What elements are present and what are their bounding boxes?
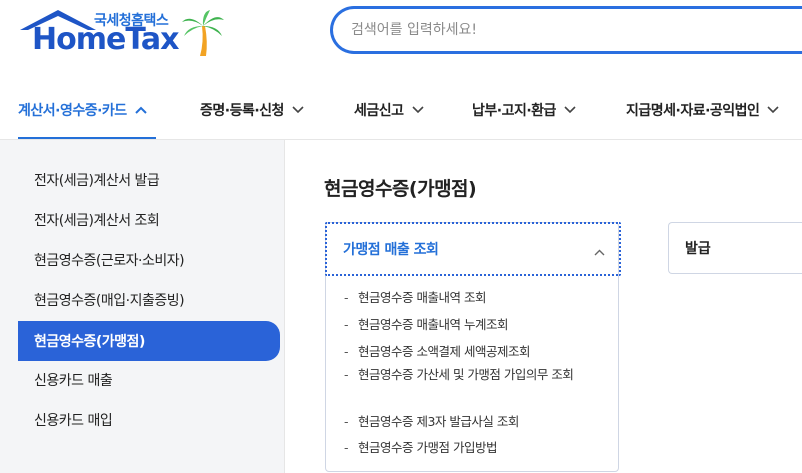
sidebar-item-label: 신용카드 매입 bbox=[34, 413, 113, 429]
accordion-issue[interactable]: 발급 bbox=[668, 222, 802, 274]
global-nav: 계산서·영수증·카드 증명·등록·신청 세금신고 납부·고지·환급 지급명세·자… bbox=[0, 80, 802, 140]
page-title: 현금영수증(가맹점) bbox=[324, 178, 477, 200]
sidebar-item-cash-receipt-consumer[interactable]: 현금영수증(근로자·소비자) bbox=[18, 240, 280, 280]
chevron-up-icon bbox=[134, 106, 147, 114]
main-content: 현금영수증(가맹점) 가맹점 매출 조회 현금영수증 매출내역 조회 현금영수증… bbox=[286, 140, 802, 473]
link-sales-cumulative[interactable]: 현금영수증 매출내역 누계조회 bbox=[344, 316, 606, 333]
accordion-header[interactable]: 가맹점 매출 조회 bbox=[325, 222, 621, 276]
sidebar-item-label: 현금영수증(가맹점) bbox=[34, 334, 145, 350]
chevron-up-icon bbox=[594, 244, 605, 260]
sidebar-item-cash-receipt-purchase[interactable]: 현금영수증(매입·지출증빙) bbox=[18, 280, 280, 320]
sidebar-item-e-invoice-inquiry[interactable]: 전자(세금)계산서 조회 bbox=[18, 200, 280, 240]
chevron-down-icon bbox=[767, 106, 780, 114]
gnb-item-payment-statement[interactable]: 지급명세·자료·공익법인 bbox=[626, 90, 780, 130]
gnb-item-invoice-receipt-card[interactable]: 계산서·영수증·카드 bbox=[18, 90, 147, 130]
palm-tree-icon bbox=[182, 10, 224, 56]
chevron-down-icon bbox=[292, 106, 304, 114]
gnb-item-certificate-registration[interactable]: 증명·등록·신청 bbox=[200, 90, 304, 130]
gnb-item-label: 계산서·영수증·카드 bbox=[18, 103, 127, 119]
sidebar-item-e-invoice-issue[interactable]: 전자(세금)계산서 발급 bbox=[18, 160, 280, 200]
logo-name: HomeTax bbox=[32, 22, 180, 57]
search-input[interactable] bbox=[351, 19, 791, 41]
link-sales-history[interactable]: 현금영수증 매출내역 조회 bbox=[344, 289, 606, 306]
search-box[interactable] bbox=[330, 6, 802, 54]
gnb-item-label: 납부·고지·환급 bbox=[472, 103, 556, 119]
chevron-down-icon bbox=[564, 106, 576, 114]
sidebar-item-label: 전자(세금)계산서 조회 bbox=[34, 213, 160, 229]
sidebar-item-credit-card-purchase[interactable]: 신용카드 매입 bbox=[18, 400, 280, 440]
sidebar: 전자(세금)계산서 발급 전자(세금)계산서 조회 현금영수증(근로자·소비자)… bbox=[0, 140, 285, 473]
gnb-item-label: 증명·등록·신청 bbox=[200, 103, 284, 119]
gnb-item-payment-refund[interactable]: 납부·고지·환급 bbox=[472, 90, 576, 130]
sidebar-item-cash-receipt-merchant[interactable]: 현금영수증(가맹점) bbox=[18, 321, 280, 361]
sidebar-item-label: 신용카드 매출 bbox=[34, 373, 113, 389]
link-merchant-join-method[interactable]: 현금영수증 가맹점 가입방법 bbox=[344, 439, 606, 456]
chevron-down-icon bbox=[411, 106, 424, 114]
accordion-title: 발급 bbox=[685, 241, 711, 257]
hometax-logo[interactable]: 국세청홈택스 HomeTax bbox=[18, 8, 228, 64]
link-penalty-obligation[interactable]: 현금영수증 가산세 및 가맹점 가입의무 조회 bbox=[344, 366, 606, 383]
link-third-party-issue[interactable]: 현금영수증 제3자 발급사실 조회 bbox=[344, 413, 606, 430]
sidebar-item-label: 현금영수증(매입·지출증빙) bbox=[34, 293, 185, 309]
gnb-item-tax-filing[interactable]: 세금신고 bbox=[354, 90, 424, 130]
accordion-title: 가맹점 매출 조회 bbox=[343, 242, 439, 258]
accordion-merchant-sales: 가맹점 매출 조회 현금영수증 매출내역 조회 현금영수증 매출내역 누계조회 … bbox=[325, 222, 621, 472]
header: 국세청홈택스 HomeTax 계산서·영수증·카드 증명·등록·신청 세 bbox=[0, 0, 802, 140]
sidebar-item-label: 전자(세금)계산서 발급 bbox=[34, 173, 160, 189]
gnb-item-label: 지급명세·자료·공익법인 bbox=[626, 103, 760, 119]
link-small-payment-credit[interactable]: 현금영수증 소액결제 세액공제조회 bbox=[344, 343, 606, 360]
sidebar-item-credit-card-sales[interactable]: 신용카드 매출 bbox=[18, 360, 280, 400]
gnb-item-label: 세금신고 bbox=[354, 103, 404, 119]
sidebar-item-label: 현금영수증(근로자·소비자) bbox=[34, 253, 185, 269]
